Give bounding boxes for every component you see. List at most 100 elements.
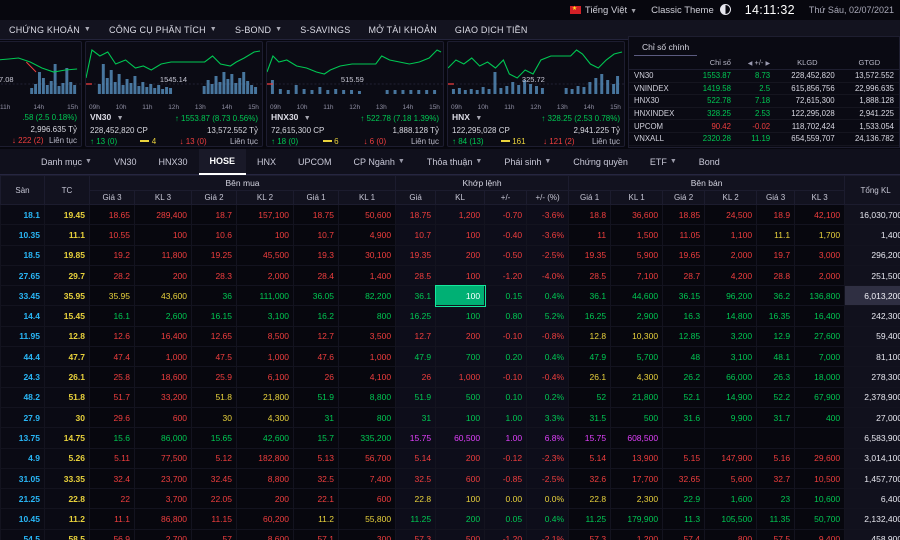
cell-sell-2: 31.6: [662, 406, 706, 429]
table-row[interactable]: 18.1 19.45 18.65 289,400 18.7 157,100 18.75 50,…: [0, 203, 900, 226]
x-axis-tick: 09h: [451, 104, 462, 111]
table-row[interactable]: 33.45 35.95 35.95 43,600 36 111,000 36.05 82,20…: [0, 284, 900, 307]
table-row[interactable]: 18.5 19.85 19.2 11,800 19.25 45,500 19.3 30,100…: [0, 244, 900, 266]
cell-sell-4: 57.5: [756, 528, 796, 540]
col-header-sell-1: KL 1: [610, 190, 664, 205]
theme-selector[interactable]: Classic Theme: [651, 4, 731, 16]
cell-match-0: 19.35: [395, 244, 437, 266]
index-card-vn30[interactable]: 1545.14 09h 10h 11h 12h 13h 14h 15h VN30 ▼ ↑ 1553…: [85, 41, 263, 147]
sort-arrows-icon[interactable]: ▶: [766, 61, 771, 67]
chevron-down-icon[interactable]: ▼: [475, 115, 482, 122]
cell-total-volume: 59,400: [844, 325, 900, 348]
chart-x-axis: 11h 14h 15h: [0, 104, 81, 112]
tab-thỏa-thuận[interactable]: Thỏa thuận ▼: [416, 149, 493, 175]
table-row[interactable]: 54.5 58.5 56.9 2,700 57 8,600 57.1 300 57.3 500 -1…: [0, 528, 900, 540]
index-panel-tab[interactable]: Chỉ số chính: [634, 39, 698, 56]
cell-buy-4: 19.3: [293, 244, 339, 266]
cell-match-1: 200: [435, 508, 486, 530]
price-board-wrapper[interactable]: SànTCBên muaKhớp lệnhBên bánTổng KLCaoTh…: [0, 175, 900, 540]
table-row[interactable]: 21.25 22.8 22 3,700 22.05 200 22.1 600 22.8 100 0.…: [0, 488, 900, 510]
tab-danh-mục[interactable]: Danh mục ▼: [30, 149, 103, 175]
table-row[interactable]: 27.65 29.7 28.2 200 28.3 2,000 28.4 1,400 28.5 10…: [0, 264, 900, 287]
cell-tc: 35.95: [44, 285, 90, 307]
cell-sell-2: 32.65: [662, 467, 706, 490]
tab-upcom[interactable]: UPCOM: [287, 149, 343, 175]
cell-sell-3: 105,500: [704, 508, 758, 530]
cell-buy-0: 51.7: [89, 386, 135, 408]
tab-cp-ngành[interactable]: CP Ngành ▼: [343, 149, 416, 175]
menu-item-5[interactable]: GIAO DỊCH TIỀN: [446, 25, 537, 35]
cell-sell-4: 31.7: [756, 406, 796, 429]
tab-vn30[interactable]: VN30: [103, 149, 148, 175]
cell-sell-5: 136,800: [794, 285, 846, 307]
cell-match-3: -4.0%: [526, 264, 570, 287]
session-status: Liên tục: [48, 136, 77, 145]
index-row-vnxall[interactable]: VNXALL 2320.28 11.19 654,559,707 24,136.782: [629, 132, 899, 146]
menu-item-0[interactable]: CHỨNG KHOÁN ▼: [0, 25, 100, 35]
cell-sell-4: 48.1: [756, 346, 796, 368]
tab-hose[interactable]: HOSE: [198, 148, 247, 175]
table-row[interactable]: 14.4 15.45 16.1 2,600 16.15 3,100 16.2 800 16.25…: [0, 305, 900, 327]
cell-buy-4: 47.6: [293, 346, 339, 368]
tab-label: ETF: [649, 156, 667, 167]
cell-sell-1: 36,600: [610, 203, 664, 226]
table-row[interactable]: 27.9 30 29.6 600 30 4,300 31 800 31 100 1.00 3.3% 31…: [0, 406, 900, 429]
tab-chứng-quyền[interactable]: Chứng quyền: [562, 149, 639, 175]
col-header-match-2: +/-: [484, 190, 528, 205]
cell-match-2: 1.00: [484, 406, 528, 429]
table-row[interactable]: 10.35 11.1 10.55 100 10.6 100 10.7 4,900 10.7 100…: [0, 224, 900, 246]
index-row-hnx30[interactable]: HNX30 522.78 7.18 72,615,300 1,888.128: [629, 94, 899, 108]
table-row[interactable]: 13.75 14.75 15.6 86,000 15.65 42,600 15.7 335,2…: [0, 427, 900, 449]
x-axis-tick: 14h: [221, 104, 233, 111]
chart-x-axis: 09h 10h 11h 12h 13h 14h 15h: [448, 104, 624, 112]
index-card-vnindex[interactable]: 7.08 11h 14h 15h .58 (2.5 0.18%) 2,996.635 Tỷ…: [0, 41, 82, 147]
cell-sell-2: 12.85: [662, 325, 706, 348]
table-row[interactable]: 4.9 5.26 5.11 77,500 5.12 182,800 5.13 56,700 5.…: [0, 447, 900, 469]
table-row[interactable]: 11.95 12.8 12.6 16,400 12.65 8,500 12.7 3,500 12…: [0, 325, 900, 348]
cell-buy-1: 200: [134, 264, 192, 287]
index-row-upcom[interactable]: UPCOM 90.42 -0.02 118,702,424 1,533.054: [629, 119, 899, 133]
menu-item-4[interactable]: MỞ TÀI KHOẢN: [359, 25, 445, 35]
menu-item-3[interactable]: S-SAVINGS: [291, 25, 359, 35]
menu-item-2[interactable]: S-BOND ▼: [226, 25, 291, 35]
language-selector[interactable]: Tiếng Việt▼: [569, 4, 637, 16]
index-card-hnx30[interactable]: 515.59 09h 10h 11h 12h 13h 14h 15h HNX30 ▼ ↑ 522.…: [266, 41, 444, 147]
cell-buy-0: 29.6: [89, 406, 135, 429]
tab-hnx[interactable]: HNX: [246, 149, 287, 175]
index-card-hnx[interactable]: 325.72 09h 10h 11h 12h 13h 14h 15h HNX ▼ ↑ 328.25…: [447, 41, 625, 147]
index-row-hnxindex[interactable]: HNXINDEX 328.25 2.53 122,295,028 2,941.225: [629, 107, 899, 121]
table-row[interactable]: 31.05 33.35 32.4 23,700 32.45 8,800 32.5 7,400 3…: [0, 467, 900, 490]
cell-sell-0: 11: [568, 224, 612, 246]
theme-toggle-icon[interactable]: [719, 4, 731, 15]
cell-buy-5: 7,400: [337, 467, 397, 490]
index-row-name: VNINDEX: [629, 82, 690, 96]
price-board-header: SànTCBên muaKhớp lệnhBên bánTổng KLCaoTh…: [0, 175, 900, 205]
cell-total-volume: 6,400: [844, 488, 900, 510]
index-row-gtgd: 24,136.782: [839, 132, 899, 146]
cell-buy-0: 15.6: [89, 427, 135, 449]
menu-item-label: MỞ TÀI KHOẢN: [368, 24, 437, 35]
tab-hnx30[interactable]: HNX30: [147, 149, 198, 175]
cell-buy-2: 11.15: [191, 508, 237, 530]
cell-buy-4: 26: [293, 366, 339, 388]
menu-item-1[interactable]: CÔNG CỤ PHÂN TÍCH ▼: [100, 25, 226, 35]
cell-match-2: -0.85: [484, 467, 528, 490]
sort-arrows-icon[interactable]: ◀: [748, 61, 753, 67]
cell-buy-0: 32.4: [89, 467, 135, 490]
table-row[interactable]: 10.45 11.2 11.1 86,800 11.15 60,200 11.2 55,800…: [0, 508, 900, 530]
table-row[interactable]: 48.2 51.8 51.7 33,200 51.8 21,800 51.9 8,800 51.…: [0, 386, 900, 408]
chevron-down-icon[interactable]: ▼: [117, 115, 124, 122]
table-row[interactable]: 24.3 26.1 25.8 18,600 25.9 6,100 26 4,100 26 1,00…: [0, 366, 900, 388]
table-row[interactable]: 44.4 47.7 47.4 1,000 47.5 1,000 47.6 1,000 47.9 7…: [0, 346, 900, 368]
index-row-vnindex[interactable]: VNINDEX 1419.58 2.5 615,856,756 22,996.635: [629, 82, 899, 96]
cell-buy-1: 11,800: [134, 244, 192, 266]
tab-phái-sinh[interactable]: Phái sinh ▼: [493, 149, 562, 175]
cell-buy-3: 111,000: [236, 285, 294, 307]
x-axis-tick: 15h: [429, 104, 440, 111]
chevron-down-icon[interactable]: ▼: [304, 115, 311, 122]
cell-match-0: 16.25: [395, 305, 437, 327]
tab-bond[interactable]: Bond: [688, 149, 731, 175]
index-row-vn30[interactable]: VN30 1553.87 8.73 228,452,820 13,572.552: [629, 69, 899, 83]
language-label: Tiếng Việt: [584, 4, 628, 16]
tab-etf[interactable]: ETF ▼: [639, 149, 688, 175]
